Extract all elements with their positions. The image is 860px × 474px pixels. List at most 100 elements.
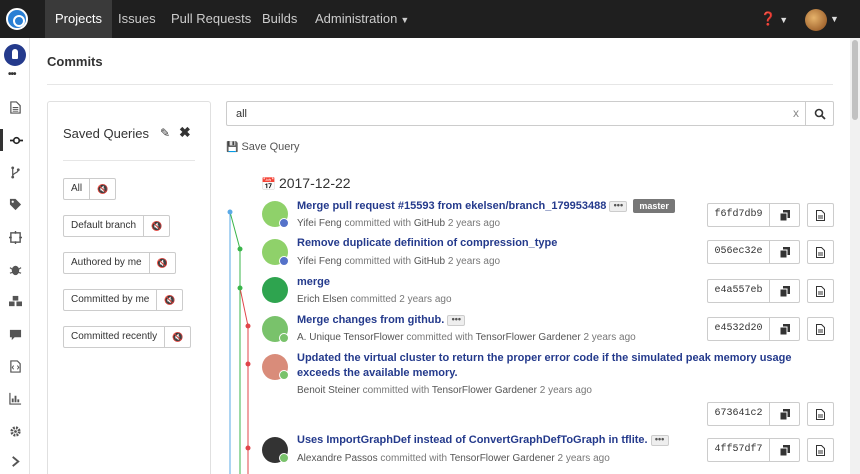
commit-time: 2 years ago xyxy=(539,385,592,396)
floppy-icon: 💾 xyxy=(226,142,239,153)
search-input[interactable]: all x xyxy=(226,101,806,126)
copy-icon xyxy=(779,323,790,335)
committer-avatar xyxy=(279,370,289,380)
nav-issues[interactable]: Issues xyxy=(108,0,166,38)
browse-files-button[interactable] xyxy=(807,279,834,303)
commit-hash-button[interactable]: 056ec32e xyxy=(707,240,770,264)
commit-author: Yifei Feng xyxy=(297,256,342,267)
gear-icon[interactable] xyxy=(0,420,30,442)
commit-time: 2 years ago xyxy=(447,218,501,229)
copy-hash-button[interactable] xyxy=(769,317,800,341)
commit-title[interactable]: Updated the virtual cluster to return th… xyxy=(297,351,797,381)
mute-icon[interactable]: 🔇 xyxy=(165,327,190,347)
close-icon[interactable]: ✖ xyxy=(179,124,191,141)
chevron-right-icon[interactable] xyxy=(0,450,30,472)
copy-hash-button[interactable] xyxy=(769,402,800,426)
browse-files-button[interactable] xyxy=(807,240,834,264)
commit-hash-button[interactable]: 673641c2 xyxy=(707,402,770,426)
saved-query-label[interactable]: Committed by me xyxy=(64,290,158,310)
saved-query-label[interactable]: Authored by me xyxy=(64,253,150,273)
clear-icon[interactable]: x xyxy=(793,106,799,120)
commit-time: 2 years ago xyxy=(399,294,452,305)
divider xyxy=(47,84,833,85)
saved-query-default-branch: Default branch 🔇 xyxy=(63,215,171,237)
commit-title[interactable]: Merge pull request #15593 from ekelsen/b… xyxy=(297,199,675,213)
nav-builds[interactable]: Builds xyxy=(252,0,307,38)
commit-hash-button[interactable]: e4532d20 xyxy=(707,317,770,341)
file-icon xyxy=(816,209,825,221)
help-menu[interactable]: ❓ ▼ xyxy=(760,0,788,38)
save-query-link[interactable]: 💾 Save Query xyxy=(226,141,300,153)
search-button[interactable] xyxy=(805,101,834,126)
copy-hash-button[interactable] xyxy=(769,279,800,303)
comments-icon[interactable] xyxy=(0,323,30,345)
commit-author: Benoit Steiner xyxy=(297,385,360,396)
commit-title-text[interactable]: Merge pull request #15593 from ekelsen/b… xyxy=(297,200,606,212)
expand-message-button[interactable]: ••• xyxy=(447,314,466,326)
commit-committer: TensorFlower Gardener xyxy=(431,385,537,396)
commit-avatar[interactable] xyxy=(262,277,288,303)
chevron-down-icon[interactable]: ▼ xyxy=(830,0,839,38)
commit-title[interactable]: Remove duplicate definition of compressi… xyxy=(297,237,557,249)
scrollbar-thumb[interactable] xyxy=(852,40,858,120)
commit-hash-button[interactable]: f6fd7db9 xyxy=(707,203,770,227)
file-icon xyxy=(816,408,825,420)
commit-title[interactable]: Merge changes from github. ••• xyxy=(297,314,466,326)
commit-committer: GitHub xyxy=(413,256,446,267)
browse-files-button[interactable] xyxy=(807,317,834,341)
browse-files-button[interactable] xyxy=(807,203,834,227)
more-icon[interactable]: ••• xyxy=(8,69,16,80)
saved-query-authored-by-me: Authored by me 🔇 xyxy=(63,252,176,274)
commit-icon[interactable] xyxy=(0,129,30,151)
file-icon[interactable] xyxy=(0,96,30,118)
copy-hash-button[interactable] xyxy=(769,240,800,264)
commit-title-text[interactable]: Merge changes from github. xyxy=(297,314,444,326)
app-logo-icon[interactable] xyxy=(6,8,28,30)
copy-hash-button[interactable] xyxy=(769,438,800,462)
expand-message-button[interactable]: ••• xyxy=(609,200,628,212)
tag-icon[interactable] xyxy=(0,193,30,215)
saved-query-label[interactable]: All xyxy=(64,179,91,199)
mute-icon[interactable]: 🔇 xyxy=(157,290,182,310)
nav-projects[interactable]: Projects xyxy=(45,0,112,38)
save-query-label: Save Query xyxy=(241,141,300,153)
branch-badge[interactable]: master xyxy=(633,199,675,213)
commit-author: Erich Elsen xyxy=(297,294,348,305)
nav-administration[interactable]: Administration ▼ xyxy=(305,0,419,38)
commit-author: Yifei Feng xyxy=(297,218,342,229)
mute-icon[interactable]: 🔇 xyxy=(150,253,175,273)
commit-hash-button[interactable]: e4a557eb xyxy=(707,279,770,303)
mute-icon[interactable]: 🔇 xyxy=(144,216,169,236)
pull-request-icon[interactable] xyxy=(0,226,30,248)
mute-icon[interactable]: 🔇 xyxy=(90,179,115,199)
saved-query-label[interactable]: Default branch xyxy=(64,216,145,236)
user-avatar[interactable] xyxy=(805,9,827,31)
commit-author: Alexandre Passos xyxy=(297,453,378,464)
graph-node xyxy=(227,209,233,215)
copy-hash-button[interactable] xyxy=(769,203,800,227)
search-value: all xyxy=(236,108,248,120)
commit-title[interactable]: merge xyxy=(297,276,330,288)
commit-author: A. Unique TensorFlower xyxy=(297,332,404,343)
browse-files-button[interactable] xyxy=(807,438,834,462)
commit-verb: committed with xyxy=(406,332,474,343)
search-icon xyxy=(814,108,826,120)
commit-hash-button[interactable]: 4ff57df7 xyxy=(707,438,770,462)
pencil-icon[interactable]: ✎ xyxy=(160,126,170,140)
branch-icon[interactable] xyxy=(0,161,30,183)
commit-title[interactable]: Uses ImportGraphDef instead of ConvertGr… xyxy=(297,434,669,446)
chart-icon[interactable] xyxy=(0,387,30,409)
cubes-icon[interactable] xyxy=(0,290,30,312)
project-logo-icon[interactable] xyxy=(4,44,26,66)
chevron-down-icon: ▼ xyxy=(779,15,789,25)
saved-query-label[interactable]: Committed recently xyxy=(64,327,166,347)
copy-icon xyxy=(779,444,790,456)
committer-avatar xyxy=(279,256,289,266)
commit-title-text[interactable]: Uses ImportGraphDef instead of ConvertGr… xyxy=(297,434,648,446)
graph-node xyxy=(237,285,243,291)
expand-message-button[interactable]: ••• xyxy=(650,434,669,446)
code-icon[interactable] xyxy=(0,355,30,377)
browse-files-button[interactable] xyxy=(807,402,834,426)
bug-icon[interactable] xyxy=(0,258,30,280)
nav-pull-requests[interactable]: Pull Requests xyxy=(161,0,261,38)
